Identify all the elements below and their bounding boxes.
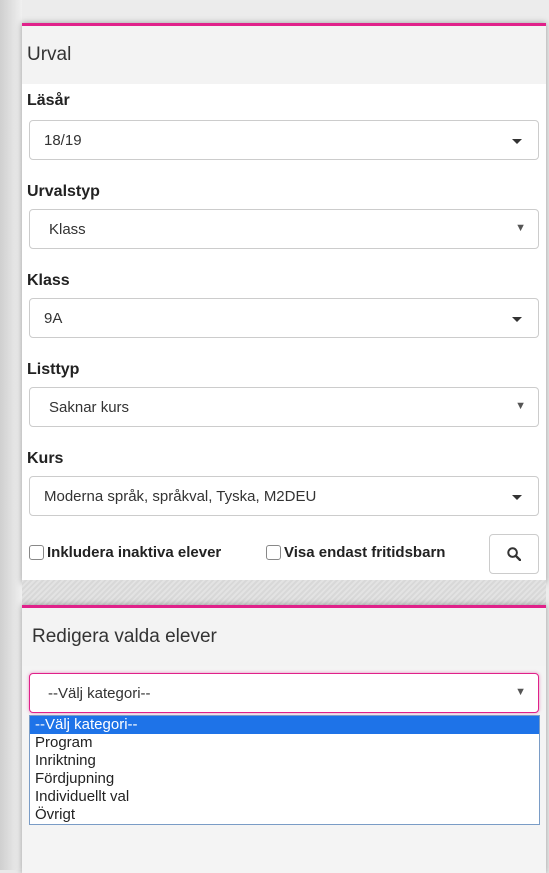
page-background: Urval Läsår 18/19 Urvalstyp Klass ▼ Klas… [0, 0, 549, 873]
caret-down-icon [512, 139, 522, 144]
course-label: Kurs [27, 450, 64, 467]
selection-type-value: Klass [49, 221, 86, 238]
triangle-down-icon: ▼ [515, 222, 526, 234]
school-year-value: 18/19 [44, 132, 82, 149]
class-select[interactable]: 9A [29, 298, 539, 338]
edit-students-title: Redigera valda elever [22, 608, 546, 666]
search-icon [507, 547, 521, 561]
caret-down-icon [512, 495, 522, 500]
triangle-down-icon: ▼ [515, 686, 526, 698]
list-type-select[interactable]: Saknar kurs ▼ [29, 387, 539, 427]
search-button[interactable] [489, 534, 539, 574]
include-inactive-checkbox[interactable] [29, 545, 44, 560]
category-option[interactable]: Program [30, 734, 539, 752]
category-option[interactable]: Övrigt [30, 806, 539, 824]
include-inactive-label[interactable]: Inkludera inaktiva elever [47, 544, 221, 561]
list-type-value: Saknar kurs [49, 399, 130, 416]
category-option[interactable]: Fördjupning [30, 770, 539, 788]
class-value: 9A [44, 310, 63, 327]
caret-down-icon [512, 317, 522, 322]
selection-type-select[interactable]: Klass ▼ [29, 209, 539, 249]
category-value: --Välj kategori-- [48, 685, 151, 702]
side-shadow [0, 0, 22, 870]
triangle-down-icon: ▼ [515, 400, 526, 412]
course-select[interactable]: Moderna språk, språkval, Tyska, M2DEU [29, 476, 539, 516]
panel-divider [22, 580, 546, 605]
category-option[interactable]: Individuellt val [30, 788, 539, 806]
course-value: Moderna språk, språkval, Tyska, M2DEU [44, 488, 317, 505]
category-option[interactable]: --Välj kategori-- [30, 716, 539, 734]
filter-checkboxes: Inkludera inaktiva elever Visa endast fr… [29, 534, 539, 570]
list-type-label: Listtyp [27, 361, 80, 378]
category-select[interactable]: --Välj kategori-- ▼ [29, 673, 539, 713]
selection-type-label: Urvalstyp [27, 183, 100, 200]
school-year-label: Läsår [27, 92, 70, 109]
selection-panel-title: Urval [22, 26, 546, 84]
only-afterschool-label[interactable]: Visa endast fritidsbarn [284, 544, 445, 561]
class-label: Klass [27, 272, 70, 289]
category-option[interactable]: Inriktning [30, 752, 539, 770]
category-options-list: --Välj kategori-- Program Inriktning För… [29, 715, 540, 825]
only-afterschool-checkbox[interactable] [266, 545, 281, 560]
school-year-select[interactable]: 18/19 [29, 120, 539, 160]
